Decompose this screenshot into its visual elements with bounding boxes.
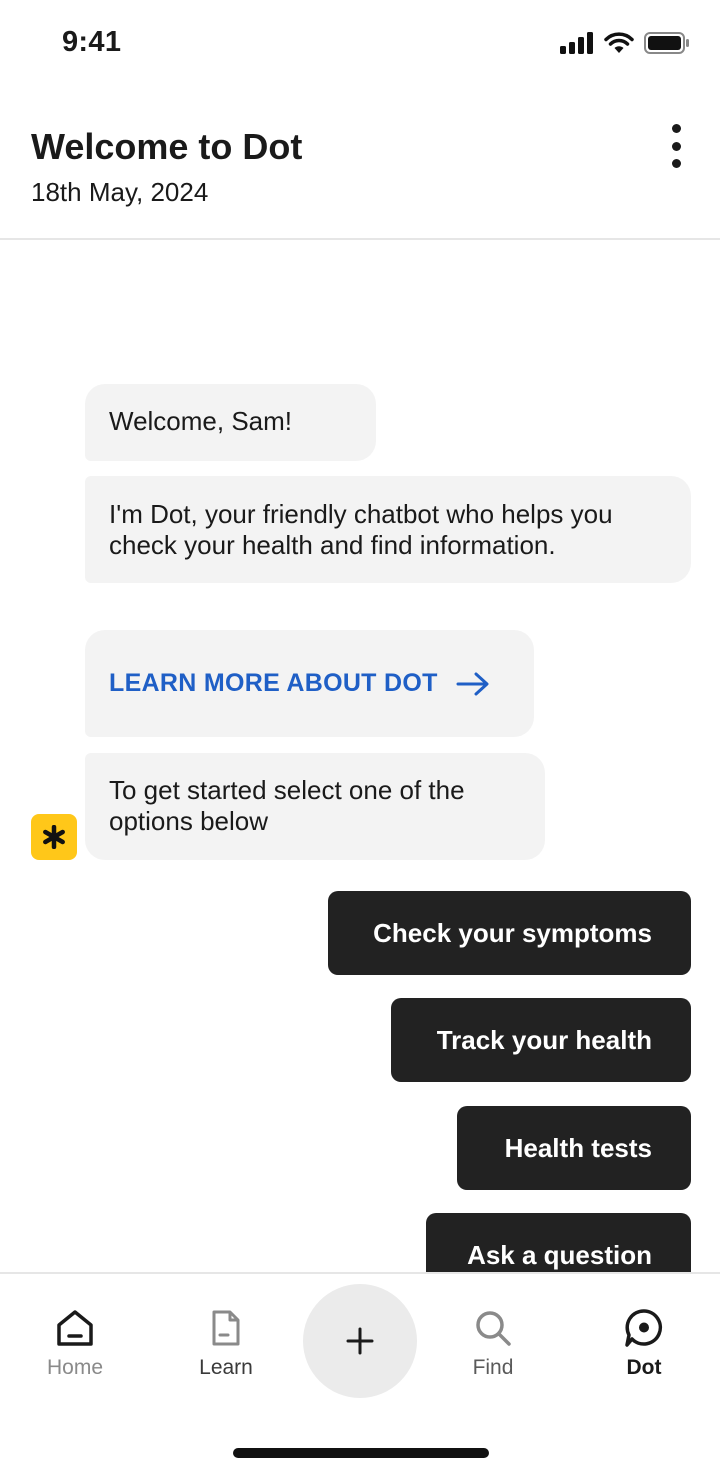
page-date: 18th May, 2024 [31,177,209,207]
chat-message-text: I'm Dot, your friendly chatbot who helps… [109,499,613,560]
document-icon [204,1306,248,1350]
wifi-icon [604,32,634,53]
status-icons [560,32,690,54]
more-vertical-icon[interactable] [664,124,688,168]
learn-more-label[interactable]: LEARN MORE ABOUT DOT [109,668,438,699]
tab-find[interactable]: Find [433,1274,553,1394]
arrow-right-icon [456,672,489,695]
asterisk-icon [43,825,65,849]
tab-label: Dot [626,1356,662,1379]
plus-icon [346,1327,374,1355]
chat-message-text: Welcome, Sam! [109,406,293,436]
status-time: 9:41 [62,26,122,58]
tab-home[interactable]: Home [15,1274,135,1394]
search-icon [471,1306,515,1350]
option-label: Ask a question [467,1239,652,1270]
option-label: Track your health [436,1024,652,1055]
status-bar: 9:41 [0,0,720,90]
tab-label: Home [46,1356,104,1379]
tab-dot[interactable]: Dot [584,1274,704,1394]
battery-icon [644,32,689,54]
option-label: Health tests [504,1132,652,1163]
home-indicator [233,1448,489,1458]
learn-more-link[interactable]: LEARN MORE ABOUT DOT [85,630,534,737]
chat-message-get-started: To get started select one of the options… [85,753,545,860]
tab-label: Find [472,1356,514,1379]
chat-message-intro: I'm Dot, your friendly chatbot who helps… [85,476,691,583]
option-health-tests-button[interactable]: Health tests [457,1106,691,1190]
chat-message-text: To get started select one of the options… [109,775,465,836]
tab-label: Learn [199,1356,253,1379]
add-button[interactable] [303,1284,417,1398]
option-label: Check your symptoms [373,917,652,948]
option-check-symptoms-button[interactable]: Check your symptoms [328,891,691,975]
chat-message-welcome: Welcome, Sam! [85,384,376,461]
tab-learn[interactable]: Learn [166,1274,286,1394]
bot-avatar [31,814,77,860]
chat-area[interactable]: Welcome, Sam! I'm Dot, your friendly cha… [0,240,720,1272]
page-title: Welcome to Dot [31,126,303,167]
chat-icon [622,1306,666,1350]
header: Welcome to Dot 18th May, 2024 [0,90,720,240]
signal-icon [560,32,593,54]
option-ask-question-button[interactable]: Ask a question [426,1213,691,1272]
home-icon [53,1306,97,1350]
option-track-health-button[interactable]: Track your health [391,998,691,1082]
